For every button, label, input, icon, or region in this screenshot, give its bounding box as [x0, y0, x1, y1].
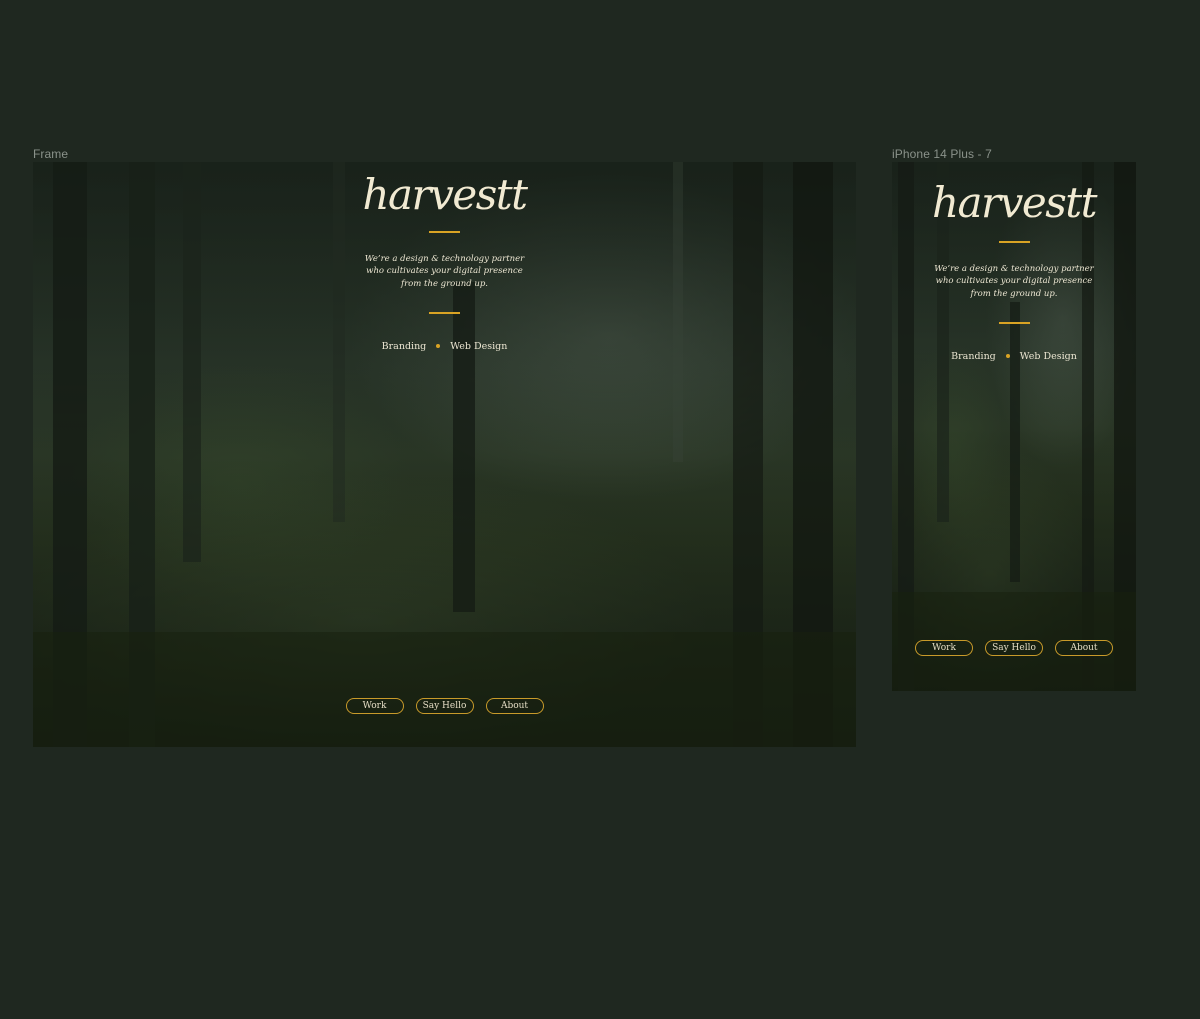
nav-pills: Work Say Hello About [892, 640, 1136, 656]
service-branding: Branding [951, 350, 996, 362]
nav-work-button[interactable]: Work [345, 698, 404, 714]
service-web-design: Web Design [450, 340, 508, 352]
brand-logo: harvestt [362, 170, 528, 219]
frame-label-desktop[interactable]: Frame [33, 147, 68, 161]
services-list: Branding Web Design [951, 351, 1077, 362]
design-canvas: Frame harvestt We’re a design & technolo… [0, 0, 1200, 1019]
tagline: We’re a design & technology partner who … [364, 254, 525, 289]
divider-bottom [429, 311, 460, 314]
divider-top [998, 241, 1030, 243]
nav-about-button[interactable]: About [485, 698, 544, 714]
nav-pills: Work Say Hello About [33, 698, 856, 714]
services-list: Branding Web Design [382, 341, 508, 352]
phone-frame[interactable]: harvestt We’re a design & technology par… [892, 162, 1136, 691]
tagline: We’re a design & technology partner who … [934, 264, 1094, 299]
nav-work-button[interactable]: Work [915, 640, 973, 656]
nav-say-hello-button[interactable]: Say Hello [985, 640, 1043, 656]
bullet-dot [436, 344, 441, 349]
divider-top [429, 231, 460, 233]
bullet-dot [1005, 354, 1010, 359]
nav-say-hello-button[interactable]: Say Hello [415, 698, 474, 714]
service-branding: Branding [381, 340, 427, 352]
divider-bottom [998, 321, 1030, 324]
brand-logo: harvestt [931, 178, 1098, 227]
nav-about-button[interactable]: About [1055, 640, 1113, 656]
service-web-design: Web Design [1019, 350, 1077, 362]
desktop-frame[interactable]: harvestt We’re a design & technology par… [33, 162, 856, 747]
frame-label-phone[interactable]: iPhone 14 Plus - 7 [892, 147, 992, 161]
